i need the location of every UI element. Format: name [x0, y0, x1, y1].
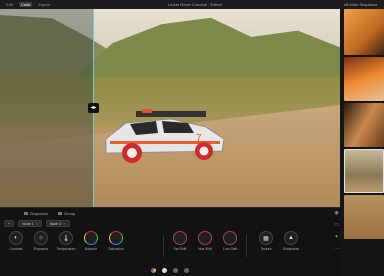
view-mode-icon[interactable] [173, 268, 178, 273]
view-mode-icon[interactable] [184, 268, 189, 273]
rally-car-image: 7 [105, 109, 225, 163]
node-row: + Node 1 × Node 2 × [0, 219, 340, 228]
clip-thumbnail[interactable] [344, 103, 384, 147]
mode-tabs: Edit Color Export [0, 2, 50, 7]
wheel-icon [173, 231, 187, 245]
more-icon[interactable]: ⋯ [334, 246, 339, 252]
color-wheel-icon [109, 231, 123, 245]
color-panel: Sequence Group + Node 1 × Node 2 × ◐ Contra… [0, 207, 340, 276]
split-handle-icon[interactable]: ◂▸ [88, 103, 99, 113]
media-sidebar [340, 9, 384, 276]
top-bar: Edit Color Export Linear Rover Concept ·… [0, 0, 384, 9]
contrast-icon: ◐ [9, 231, 23, 245]
tool-group-basic: ◐ Contrast ☼ Exposure 🌡 Temperature Balance… [6, 231, 126, 261]
saturation-tool[interactable]: Saturation [106, 231, 126, 261]
node-chip-label: Node 2 [49, 221, 62, 226]
hue-shift-tool[interactable]: Hue Shift [195, 231, 215, 261]
tab-color[interactable]: Color [18, 2, 33, 7]
texture-icon: ▦ [259, 231, 273, 245]
view-mode-row [0, 266, 340, 275]
exposure-tool[interactable]: ☼ Exposure [31, 231, 51, 261]
sequence-icon [24, 211, 28, 215]
close-icon[interactable]: × [36, 222, 38, 226]
magic-icon[interactable]: ✦ [334, 234, 338, 240]
tool-group-shift: Sat Shift Hue Shift Lum Shift [170, 231, 240, 261]
tab-edit[interactable]: Edit [6, 2, 13, 7]
node-chip[interactable]: Node 1 × [18, 220, 42, 227]
wheel-icon [198, 231, 212, 245]
tab-export[interactable]: Export [38, 2, 50, 7]
divider [163, 235, 164, 257]
node-chip-label: Node 1 [22, 221, 34, 226]
sharpness-icon: ▲ [284, 231, 298, 245]
divider [246, 235, 247, 257]
lum-shift-tool[interactable]: Lum Shift [220, 231, 240, 261]
group-icon [58, 211, 63, 215]
color-wheel-icon [84, 231, 98, 245]
sharpness-tool[interactable]: ▲ Sharpness [281, 231, 301, 261]
close-icon[interactable]: × [63, 222, 65, 226]
wheel-icon [223, 231, 237, 245]
clip-thumbnail-selected[interactable] [344, 149, 384, 193]
add-node-button[interactable]: + [4, 220, 15, 227]
view-mode-icon[interactable] [162, 268, 167, 273]
sequence-toggle[interactable]: Sequence [24, 211, 48, 216]
clip-thumbnail[interactable] [344, 9, 384, 55]
color-mode-icon[interactable] [151, 268, 156, 273]
compare-icon[interactable]: ▭ [334, 222, 339, 228]
balance-tool[interactable]: Balance [81, 231, 101, 261]
thermometer-icon: 🌡 [59, 231, 73, 245]
media-panel-title[interactable]: All Main Sequence [344, 2, 377, 7]
panel-side-toolbar: ◉ ▭ ✦ ⋯ [333, 210, 340, 252]
scope-row: Sequence Group [0, 208, 340, 218]
video-viewer[interactable]: 7 ◂▸ [0, 9, 340, 207]
eye-icon[interactable]: ◉ [334, 210, 338, 216]
before-side-overlay [0, 9, 93, 207]
sat-shift-tool[interactable]: Sat Shift [170, 231, 190, 261]
group-toggle[interactable]: Group [58, 211, 75, 216]
exposure-icon: ☼ [34, 231, 48, 245]
clip-thumbnail[interactable] [344, 195, 384, 239]
texture-tool[interactable]: ▦ Texture [256, 231, 276, 261]
temperature-tool[interactable]: 🌡 Temperature [56, 231, 76, 261]
contrast-tool[interactable]: ◐ Contrast [6, 231, 26, 261]
node-chip[interactable]: Node 2 × [45, 220, 70, 227]
clip-thumbnail[interactable] [344, 57, 384, 101]
tool-group-detail: ▦ Texture ▲ Sharpness [256, 231, 301, 261]
svg-text:7: 7 [196, 133, 202, 144]
project-title: Linear Rover Concept · Edited [168, 2, 222, 7]
